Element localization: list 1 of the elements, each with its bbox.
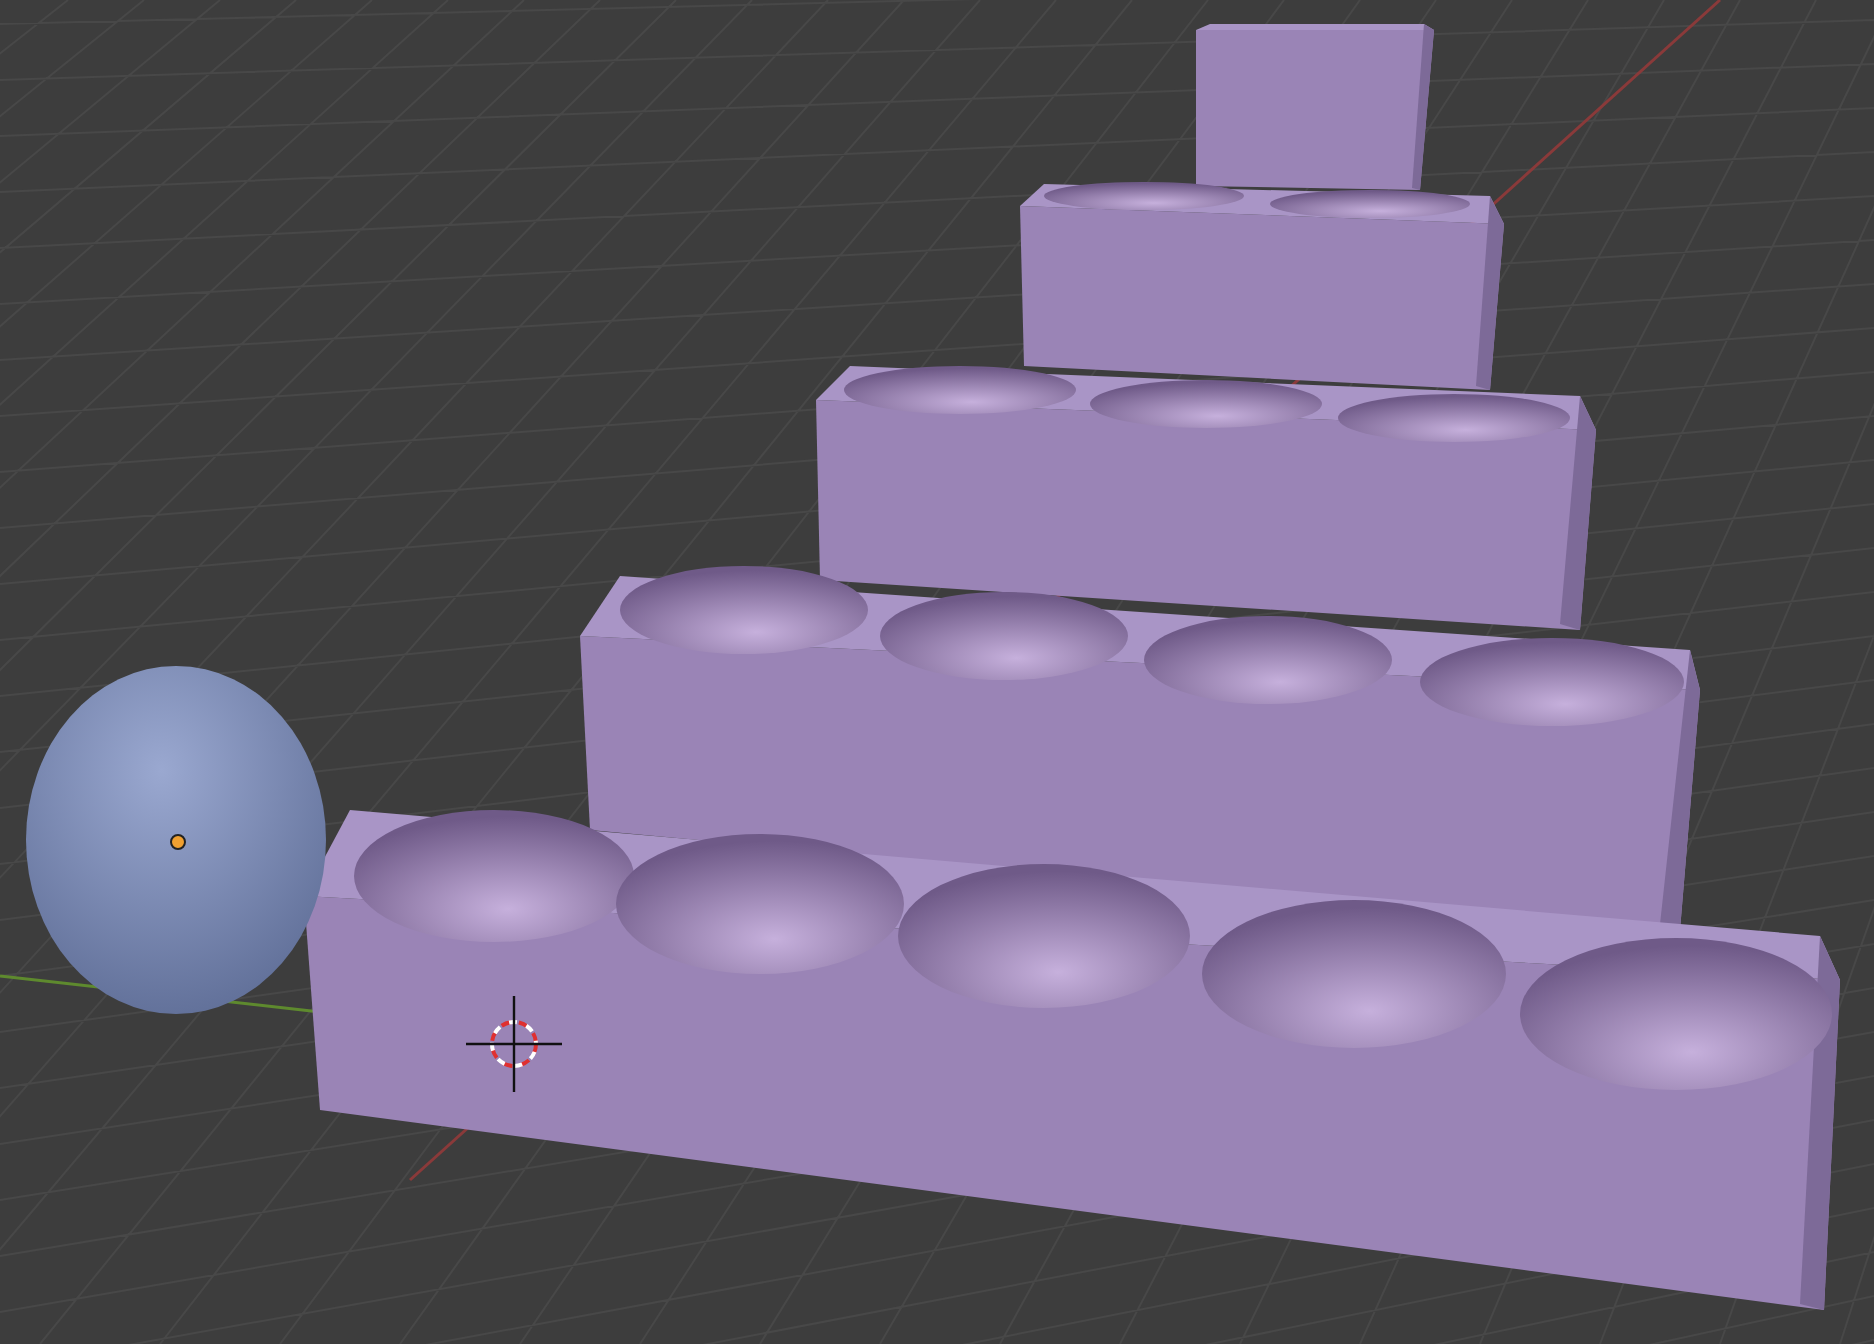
crosshair-cursor-icon xyxy=(464,994,564,1094)
